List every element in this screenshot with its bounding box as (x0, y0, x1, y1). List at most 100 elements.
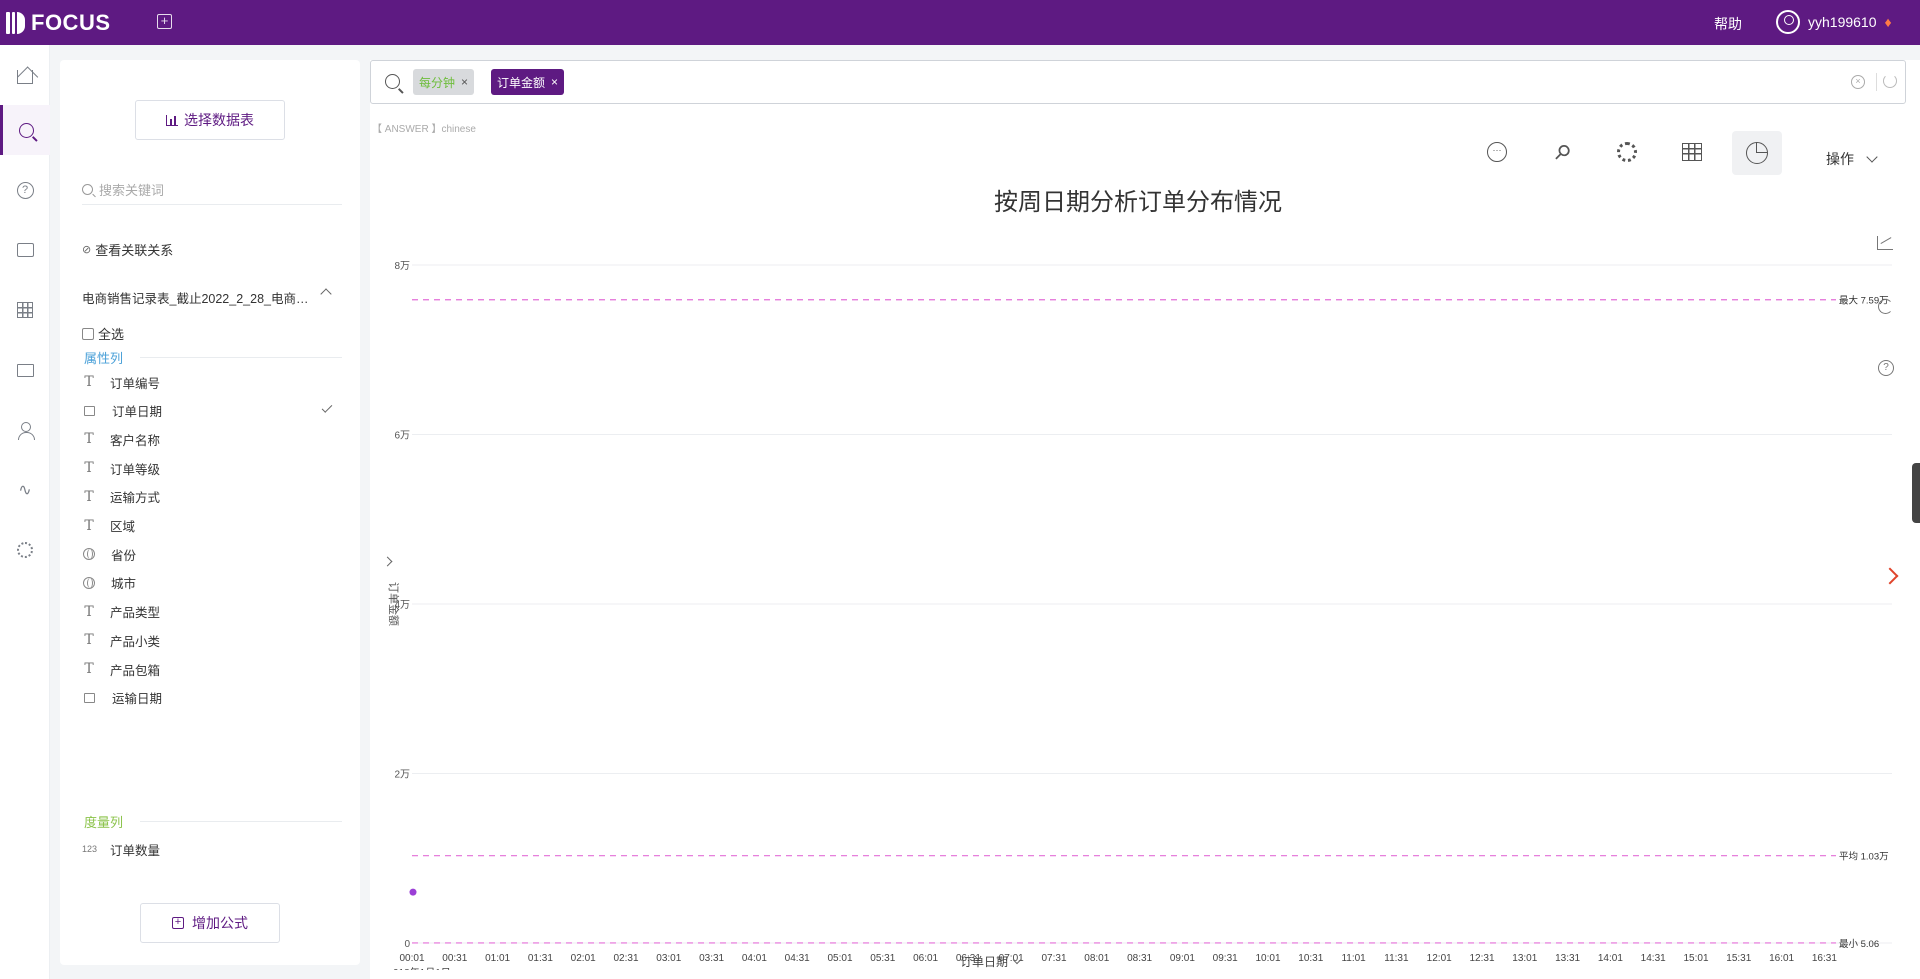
close-icon[interactable]: × (551, 75, 558, 89)
column-item[interactable]: T 订单等级 (82, 456, 342, 480)
column-item[interactable]: 运输日期 (82, 686, 342, 710)
y-tick-label: 8万 (394, 261, 410, 272)
text-icon: T (84, 517, 94, 534)
y-tick-label: 0 (404, 939, 410, 950)
nav-files[interactable] (0, 345, 50, 395)
nav-help[interactable]: ? (0, 165, 50, 215)
nav-pulse[interactable]: ∿ (0, 465, 50, 515)
user-menu[interactable]: yyh199610 ♦ (1776, 10, 1892, 34)
chevron-up-icon[interactable] (320, 288, 332, 300)
pulse-icon: ∿ (18, 482, 32, 499)
text-icon: T (84, 632, 94, 649)
help-link[interactable]: 帮助 (1714, 14, 1742, 34)
column-label: 省份 (111, 548, 137, 563)
text-icon: T (84, 374, 94, 390)
refresh-icon[interactable] (1883, 74, 1897, 88)
column-label: 运输日期 (112, 692, 163, 707)
keyword-search-placeholder: 搜索关键词 (99, 183, 165, 198)
clear-query-icon[interactable]: × (1851, 75, 1865, 89)
help-icon: ? (16, 181, 34, 199)
pie-chart-icon (1746, 142, 1768, 164)
column-item[interactable]: T 客户名称 (82, 427, 342, 451)
column-item[interactable]: T 订单编号 (82, 370, 342, 394)
table-icon (17, 302, 33, 318)
check-icon (321, 401, 333, 413)
add-formula-button[interactable]: + 增加公式 (140, 903, 280, 943)
chart-view-button[interactable] (1732, 131, 1782, 175)
number-icon: 123 (82, 844, 98, 854)
column-item[interactable]: 123 订单数量 (82, 837, 342, 861)
select-all-checkbox[interactable]: 全选 (82, 324, 124, 343)
nav-data[interactable] (0, 285, 50, 335)
y-tick-label: 6万 (394, 431, 410, 442)
query-tag-per-minute[interactable]: 每分钟 × (413, 69, 475, 95)
nav-search[interactable] (0, 105, 50, 155)
y-axis-label: 订单金额 (387, 582, 401, 626)
select-table-label: 选择数据表 (184, 112, 254, 128)
keyword-search[interactable]: 搜索关键词 (82, 175, 342, 205)
text-icon: T (84, 603, 94, 620)
column-item[interactable]: 订单日期 (82, 399, 342, 423)
operations-menu[interactable]: 操作 (1826, 149, 1878, 169)
query-bar[interactable]: 每分钟 × 订单金额 × × (370, 60, 1906, 104)
column-item[interactable]: 城市 (82, 571, 342, 595)
settings-icon (17, 542, 33, 558)
trend-icon[interactable] (1877, 236, 1893, 250)
divider (1876, 73, 1877, 91)
line-chart[interactable]: 02万4万6万8万00:01 00:31 01:01 01:31 02:01 02:31 0… (370, 230, 1906, 970)
column-item[interactable]: T 产品类型 (82, 600, 342, 624)
comment-button[interactable]: ··· (1482, 137, 1512, 167)
bar-chart-icon (166, 114, 178, 126)
reload-icon[interactable] (1878, 299, 1893, 314)
text-icon: T (84, 460, 94, 477)
nav-user[interactable] (0, 405, 50, 455)
add-formula-label: 增加公式 (192, 915, 248, 931)
column-label: 产品包箱 (110, 663, 161, 678)
column-item[interactable]: T 产品小类 (82, 628, 342, 652)
column-label: 订单等级 (110, 462, 161, 477)
search-icon (19, 122, 34, 138)
nav-settings[interactable] (0, 525, 50, 575)
column-item[interactable]: T 产品包箱 (82, 657, 342, 681)
column-label: 客户名称 (110, 433, 161, 448)
pin-button[interactable]: ⚲ (1547, 137, 1577, 167)
comment-icon: ··· (1487, 142, 1507, 162)
monitor-icon (16, 243, 34, 257)
settings-button[interactable] (1612, 137, 1642, 167)
view-relations-link[interactable]: ⊘ 查看关联关系 (82, 240, 173, 259)
help-icon[interactable]: ? (1878, 360, 1894, 376)
pin-icon: ⚲ (1548, 139, 1575, 166)
table-view-button[interactable] (1677, 137, 1707, 167)
text-icon: T (84, 661, 94, 677)
nav-home[interactable] (0, 50, 50, 100)
globe-icon (83, 576, 95, 589)
select-table-button[interactable]: 选择数据表 (135, 100, 285, 140)
add-tab-icon[interactable]: + (157, 14, 172, 29)
search-icon (385, 74, 400, 89)
column-item[interactable]: T 区域 (82, 514, 342, 538)
column-label: 订单日期 (112, 405, 163, 420)
nav-monitor[interactable] (0, 225, 50, 275)
logo-mark-icon (6, 12, 25, 34)
section-divider (140, 821, 342, 822)
view-relations-label: 查看关联关系 (95, 243, 174, 258)
close-icon[interactable]: × (461, 75, 468, 89)
folder-icon (16, 363, 34, 377)
avatar-icon (1776, 10, 1800, 34)
reference-label: 最小 5.06 (1839, 939, 1879, 950)
column-label: 城市 (111, 577, 137, 592)
chevron-down-icon (1866, 151, 1878, 163)
query-tag-order-amount[interactable]: 订单金额 × (491, 69, 565, 95)
attribute-section-label: 属性列 (84, 351, 124, 366)
side-scroll-handle[interactable] (1912, 463, 1920, 523)
column-label: 产品小类 (110, 634, 161, 649)
table-name[interactable]: 电商销售记录表_截止2022_2_28_电商销... (82, 288, 312, 307)
x-tick-label: 14:31 (1641, 953, 1666, 964)
column-item[interactable]: 省份 (82, 542, 342, 566)
x-axis-label-container[interactable]: 订单日期 (370, 953, 1610, 970)
calendar-icon (84, 692, 95, 703)
focus-logo[interactable]: FOCUS (6, 10, 111, 36)
reference-label: 平均 1.03万 (1839, 851, 1889, 863)
link-icon: ⊘ (82, 244, 92, 256)
column-item[interactable]: T 运输方式 (82, 485, 342, 509)
